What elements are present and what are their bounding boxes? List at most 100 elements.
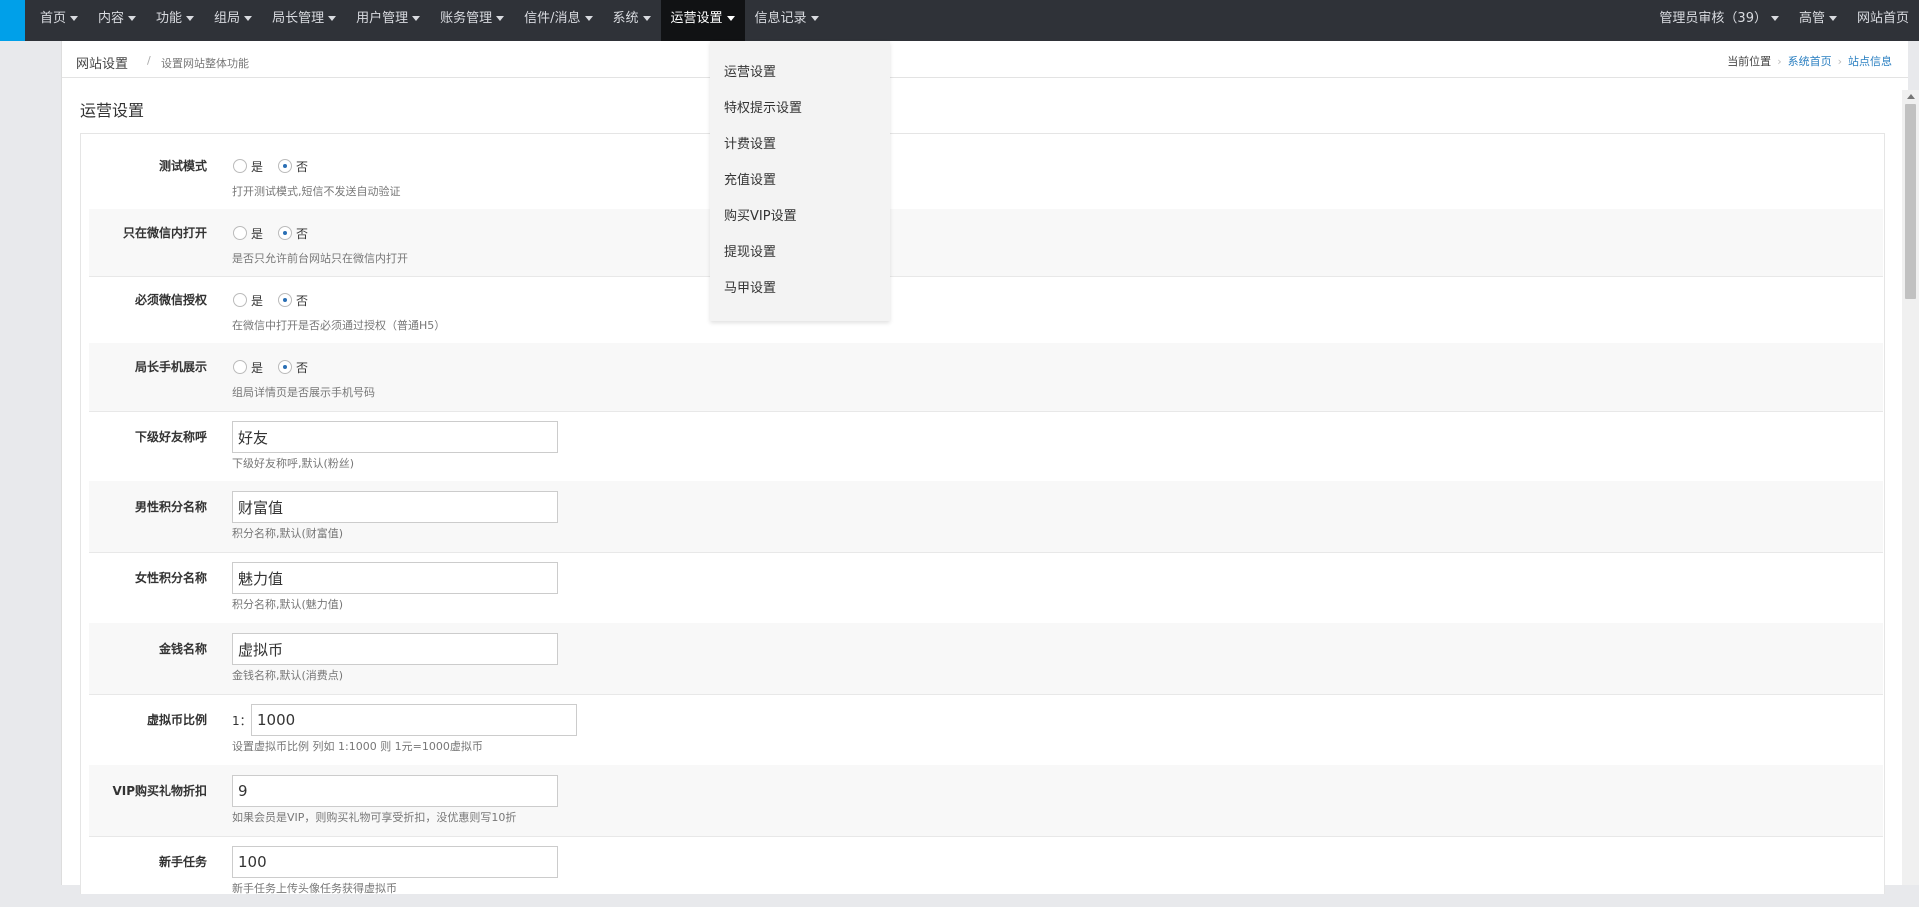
nav-executive[interactable]: 高管 bbox=[1789, 0, 1847, 41]
nav-home[interactable]: 首页 bbox=[30, 0, 88, 41]
nav-label: 高管 bbox=[1798, 11, 1825, 26]
radio-no[interactable] bbox=[278, 226, 292, 240]
field-hint: 积分名称,默认(财富值) bbox=[232, 527, 344, 540]
main-panel: 网站设置 / 设置网站整体功能 当前位置 › 系统首页 › 站点信息 运营设置 测试模式… bbox=[61, 41, 1908, 895]
vip-discount-input[interactable] bbox=[232, 775, 558, 807]
nav-content[interactable]: 内容 bbox=[88, 0, 146, 41]
field-hint: 下级好友称呼,默认(粉丝) bbox=[232, 457, 355, 470]
form-row-currency-ratio: 虚拟币比例 1： 设置虚拟币比例 列如 1:1000 则 1元=1000虚拟币 bbox=[89, 694, 1883, 766]
nav-system[interactable]: 系统 bbox=[603, 0, 661, 41]
form-row-friend-name: 下级好友称呼 下级好友称呼,默认(粉丝) bbox=[89, 411, 1883, 482]
breadcrumb-separator: / bbox=[147, 54, 151, 67]
field-hint: 新手任务上传头像任务获得虚拟币 bbox=[232, 882, 397, 895]
menu-item-operations[interactable]: 运营设置 bbox=[724, 63, 776, 83]
nav-label: 首页 bbox=[40, 11, 67, 26]
nav-label: 网站首页 bbox=[1856, 11, 1909, 26]
breadcrumb-link-home[interactable]: 系统首页 bbox=[1788, 55, 1832, 68]
menu-item-withdrawal[interactable]: 提现设置 bbox=[724, 243, 776, 263]
page-subtitle: 设置网站整体功能 bbox=[161, 57, 249, 70]
menu-item-recharge[interactable]: 充值设置 bbox=[724, 171, 776, 191]
breadcrumb-link-site-info[interactable]: 站点信息 bbox=[1848, 55, 1892, 68]
caret-down-icon bbox=[726, 16, 735, 21]
nav-user-management[interactable]: 用户管理 bbox=[346, 0, 430, 41]
menu-item-vip-purchase[interactable]: 购买VIP设置 bbox=[724, 207, 797, 227]
nav-label: 组局 bbox=[214, 11, 241, 26]
radio-yes-label: 是 bbox=[251, 361, 264, 375]
scroll-thumb[interactable] bbox=[1905, 104, 1916, 299]
form-row-wechat-auth: 必须微信授权 是 否 在微信中打开是否必须通过授权（普通H5） bbox=[89, 276, 1883, 344]
radio-yes[interactable] bbox=[233, 293, 247, 307]
form-row-host-phone: 局长手机展示 是 否 组局详情页是否展示手机号码 bbox=[89, 343, 1883, 412]
radio-yes-label: 是 bbox=[251, 160, 264, 174]
field-hint: 金钱名称,默认(消费点) bbox=[232, 669, 344, 682]
nav-admin-review[interactable]: 管理员审核（39） bbox=[1649, 0, 1789, 41]
settings-form: 测试模式 是 否 打开测试模式,短信不发送自动验证 只在微信内打开 是 否 是否… bbox=[80, 133, 1885, 895]
breadcrumb-bar: 网站设置 / 设置网站整体功能 当前位置 › 系统首页 › 站点信息 bbox=[62, 41, 1908, 78]
field-hint: 设置虚拟币比例 列如 1:1000 则 1元=1000虚拟币 bbox=[232, 740, 483, 753]
nav-label: 局长管理 bbox=[272, 11, 325, 26]
nav-messages[interactable]: 信件/消息 bbox=[514, 0, 602, 41]
location-label: 当前位置 bbox=[1727, 55, 1772, 68]
operations-dropdown-menu: 运营设置 特权提示设置 计费设置 充值设置 购买VIP设置 提现设置 马甲设置 bbox=[710, 41, 890, 321]
nav-features[interactable]: 功能 bbox=[146, 0, 204, 41]
page-title: 网站设置 bbox=[76, 57, 129, 72]
field-hint: 在微信中打开是否必须通过授权（普通H5） bbox=[232, 319, 446, 332]
nav-host-management[interactable]: 局长管理 bbox=[262, 0, 346, 41]
field-label: 局长手机展示 bbox=[134, 360, 207, 374]
radio-no-label: 否 bbox=[296, 227, 309, 241]
field-hint: 积分名称,默认(魅力值) bbox=[232, 598, 344, 611]
nav-label: 管理员审核（39） bbox=[1659, 11, 1767, 26]
menu-item-alias[interactable]: 马甲设置 bbox=[724, 279, 776, 299]
radio-no[interactable] bbox=[278, 159, 292, 173]
field-label: 金钱名称 bbox=[158, 642, 207, 656]
vertical-scrollbar[interactable] bbox=[1902, 90, 1919, 885]
nav-label: 运营设置 bbox=[670, 11, 723, 26]
field-label: 下级好友称呼 bbox=[134, 430, 207, 444]
currency-name-input[interactable] bbox=[232, 633, 558, 665]
chevron-right-icon: › bbox=[1777, 55, 1782, 68]
radio-no-label: 否 bbox=[296, 361, 309, 375]
nav-operations[interactable]: 运营设置 bbox=[660, 0, 745, 41]
nav-groups[interactable]: 组局 bbox=[204, 0, 262, 41]
nav-accounts[interactable]: 账务管理 bbox=[430, 0, 514, 41]
radio-no-label: 否 bbox=[296, 160, 309, 174]
newbie-task-input[interactable] bbox=[232, 846, 558, 878]
caret-down-icon bbox=[810, 16, 819, 21]
radio-yes[interactable] bbox=[233, 360, 247, 374]
radio-no[interactable] bbox=[278, 360, 292, 374]
field-hint: 是否只允许前台网站只在微信内打开 bbox=[232, 252, 408, 265]
nav-site-home[interactable]: 网站首页 bbox=[1847, 0, 1919, 41]
field-label: VIP购买礼物折扣 bbox=[112, 784, 207, 798]
field-label: 男性积分名称 bbox=[134, 500, 207, 514]
field-hint: 如果会员是VIP，则购买礼物可享受折扣，没优惠则写10折 bbox=[232, 811, 517, 824]
field-label: 新手任务 bbox=[158, 855, 207, 869]
field-label: 虚拟币比例 bbox=[146, 713, 207, 727]
radio-no-label: 否 bbox=[296, 294, 309, 308]
user-menu: 管理员审核（39） 高管 网站首页 bbox=[1649, 0, 1919, 41]
radio-no[interactable] bbox=[278, 293, 292, 307]
field-label: 女性积分名称 bbox=[134, 571, 207, 585]
currency-ratio-input[interactable] bbox=[251, 704, 577, 736]
scroll-up-arrow-icon[interactable] bbox=[1907, 94, 1915, 99]
menu-item-billing[interactable]: 计费设置 bbox=[724, 135, 776, 155]
radio-yes[interactable] bbox=[233, 159, 247, 173]
form-row-newbie-task: 新手任务 新手任务上传头像任务获得虚拟币 bbox=[89, 836, 1883, 907]
field-hint: 组局详情页是否展示手机号码 bbox=[232, 386, 375, 399]
radio-yes[interactable] bbox=[233, 226, 247, 240]
ratio-prefix: 1： bbox=[232, 714, 252, 728]
section-title: 运营设置 bbox=[80, 101, 145, 120]
nav-label: 内容 bbox=[98, 11, 125, 26]
caret-down-icon bbox=[496, 16, 505, 21]
field-label: 测试模式 bbox=[158, 159, 207, 173]
female-points-input[interactable] bbox=[232, 562, 558, 594]
caret-down-icon bbox=[584, 16, 593, 21]
nav-label: 功能 bbox=[156, 11, 183, 26]
menu-item-privilege-tips[interactable]: 特权提示设置 bbox=[724, 99, 802, 119]
male-points-input[interactable] bbox=[232, 491, 558, 523]
breadcrumb: 当前位置 › 系统首页 › 站点信息 bbox=[1727, 53, 1892, 69]
field-label: 必须微信授权 bbox=[134, 293, 207, 307]
nav-records[interactable]: 信息记录 bbox=[745, 0, 829, 41]
chevron-right-icon: › bbox=[1837, 55, 1842, 68]
form-row-wechat-only: 只在微信内打开 是 否 是否只允许前台网站只在微信内打开 bbox=[89, 209, 1883, 277]
friend-name-input[interactable] bbox=[232, 421, 558, 453]
